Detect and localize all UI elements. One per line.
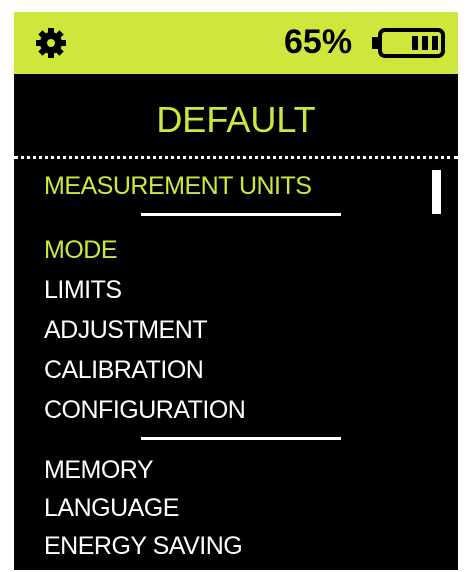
battery-bar: [432, 36, 438, 50]
divider: [141, 213, 341, 216]
gear-icon[interactable]: [34, 26, 68, 60]
dotted-separator: [14, 156, 458, 159]
battery-icon: [372, 28, 445, 58]
menu-item-energy-saving[interactable]: ENERGY SAVING: [44, 531, 243, 561]
menu-item-mode[interactable]: MODE: [44, 235, 118, 265]
menu-item-language[interactable]: LANGUAGE: [44, 493, 179, 523]
menu-item-calibration[interactable]: CALIBRATION: [44, 355, 204, 385]
status-bar: 65%: [14, 12, 458, 74]
menu-item-configuration[interactable]: CONFIGURATION: [44, 395, 246, 425]
menu-item-measurement-units[interactable]: MEASUREMENT UNITS: [44, 171, 312, 201]
battery-bar: [422, 36, 428, 50]
scrollbar-thumb[interactable]: [432, 170, 441, 214]
divider: [141, 437, 341, 440]
menu-item-adjustment[interactable]: ADJUSTMENT: [44, 315, 208, 345]
menu-item-limits[interactable]: LIMITS: [44, 275, 122, 305]
page-title: DEFAULT: [156, 99, 316, 140]
battery-bar: [412, 36, 418, 50]
battery-percentage: 65%: [284, 23, 353, 61]
menu-item-memory[interactable]: MEMORY: [44, 455, 154, 485]
device-screen: 65% DEFAULT MEASUREMENT UNITS MODE LIMIT…: [14, 12, 458, 570]
